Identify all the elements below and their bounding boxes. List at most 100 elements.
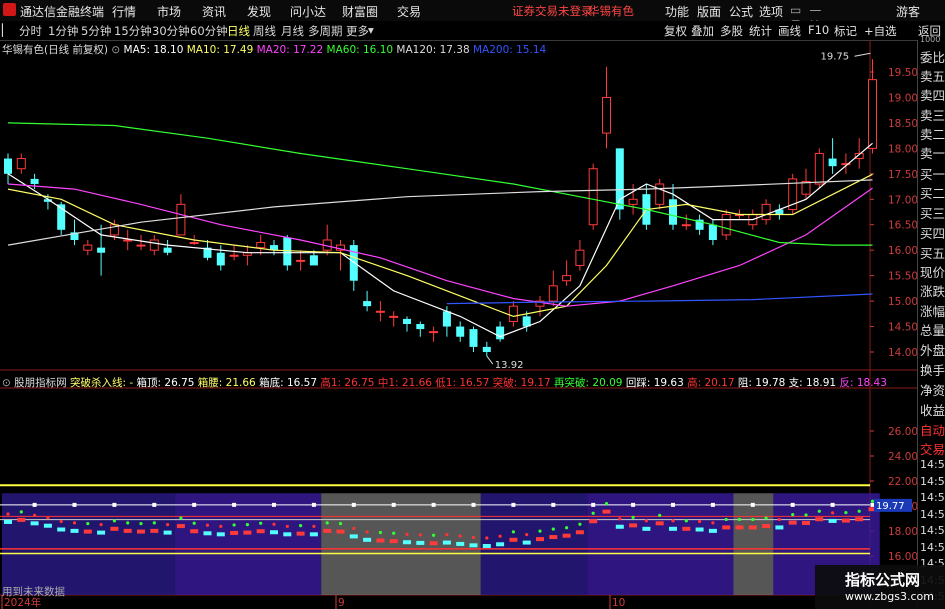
indicator-dot-41 (551, 527, 555, 531)
indicator-dot-50 (671, 519, 675, 523)
indicator-dot-25 (338, 521, 343, 526)
side-label-19[interactable]: 自动 (920, 420, 945, 439)
side-label-6[interactable]: 买一 (920, 164, 945, 183)
ma-line-ma200 (446, 293, 873, 305)
side-label-14[interactable]: 总量 (920, 320, 945, 339)
rebreak-dot-14 (192, 502, 197, 507)
menu-xuanxiang[interactable]: 选项 (759, 3, 783, 20)
indicator-bar-53 (708, 528, 717, 533)
btn-f10[interactable]: F10 (808, 23, 829, 37)
indicator-axis-label-1: 24.00 (888, 451, 917, 463)
menu-caifuquan[interactable]: 财富圈 (342, 3, 378, 20)
legend-zu: 阻: 19.78 (737, 377, 786, 389)
menu-zixun[interactable]: 资讯 (202, 3, 226, 20)
side-label-16[interactable]: 换手 (920, 360, 945, 379)
side-label-18[interactable]: 收益 (920, 400, 945, 419)
scale-label: 1000 (920, 35, 941, 44)
candle-body-6 (83, 244, 93, 251)
side-label-1[interactable]: 卖五 (920, 66, 945, 85)
tab-weekly[interactable]: 周线 (253, 23, 276, 39)
indicator-dot-38 (511, 530, 515, 534)
menu-gongshi[interactable]: 公式 (729, 3, 753, 20)
candle-body-38 (508, 305, 518, 322)
side-label-17[interactable]: 净资 (920, 380, 945, 399)
kline-chart[interactable]: 19.50 19.00 18.50 18.00 17.50 17.00 16.50 16.00… (0, 40, 917, 609)
btn-duogu[interactable]: 多股 (720, 23, 743, 39)
btn-huaxian[interactable]: 画线 (778, 23, 801, 39)
menu-wenxiaoda[interactable]: 问小达 (290, 3, 326, 20)
side-label-15[interactable]: 外盘 (920, 340, 945, 359)
indicator-toggle-icon[interactable]: ⊙ (2, 377, 11, 389)
btn-biaoji[interactable]: 标记 (834, 23, 857, 39)
tab-60min[interactable]: 60分钟 (190, 23, 228, 39)
login-status[interactable]: 证券交易未登录 (512, 3, 593, 19)
btn-tongji[interactable]: 统计 (749, 23, 772, 39)
indicator-bar-2 (30, 521, 39, 526)
tab-1min[interactable]: 1分钟 (48, 23, 78, 39)
side-label-13[interactable]: 涨幅 (920, 301, 945, 320)
menu-faxian[interactable]: 发现 (247, 3, 271, 20)
indicator-bar-8 (110, 526, 119, 531)
guest-label[interactable]: 游客 (896, 3, 920, 20)
menu-shichang[interactable]: 市场 (157, 3, 181, 20)
side-label-2[interactable]: 卖四 (920, 85, 945, 104)
side-label-5[interactable]: 卖一 (920, 143, 945, 162)
candle-body-53 (708, 224, 717, 240)
menu-banmian[interactable]: 版面 (697, 3, 721, 20)
chevron-down-icon[interactable]: ▾ (368, 23, 374, 37)
indicator-dot-19 (259, 521, 263, 525)
tab-30min[interactable]: 30分钟 (152, 23, 190, 39)
menu-jiaoyi[interactable]: 交易 (397, 3, 421, 20)
candle-body-11 (149, 239, 159, 251)
side-label-11[interactable]: 现价 (920, 262, 945, 281)
indicator-axis-label-4: 18.00 (888, 526, 917, 538)
indicator-dot-11 (152, 521, 156, 525)
indicator-dot-20 (272, 522, 276, 526)
indicator-bar-25 (336, 529, 345, 534)
tab-fenshi[interactable]: 分时 (19, 23, 42, 39)
side-label-0[interactable]: 委比 (920, 47, 945, 66)
tab-15min[interactable]: 15分钟 (114, 23, 152, 39)
tab-daily[interactable]: 日线 (227, 23, 250, 39)
indicator-bar-15 (203, 531, 212, 536)
indicator-dot-42 (565, 526, 569, 530)
tab-monthly[interactable]: 月线 (281, 23, 304, 39)
tab-more[interactable]: 更多 (346, 23, 369, 39)
candle-body-54 (721, 214, 731, 236)
tab-5min[interactable]: 5分钟 (81, 23, 111, 39)
rebreak-dot-59 (790, 502, 795, 507)
side-label-8[interactable]: 买三 (920, 203, 945, 222)
indicator-dot-18 (245, 522, 249, 527)
indicator-dot-59 (791, 513, 795, 517)
indicator-dot-44 (591, 511, 595, 515)
tab-multi-period[interactable]: 多周期 (308, 23, 343, 39)
indicator-bar-36 (482, 544, 491, 548)
candle-body-51 (681, 224, 691, 227)
legend-ma200: MA200: 15.14 (472, 44, 547, 56)
menu-hangqing[interactable]: 行情 (112, 3, 136, 20)
btn-add-watchlist[interactable]: +自选 (864, 23, 897, 39)
side-label-12[interactable]: 涨跌 (920, 281, 945, 300)
indicator-dot-55 (737, 517, 742, 522)
menu-gongneng[interactable]: 功能 (665, 3, 689, 20)
btn-fuquan[interactable]: 复权 (664, 23, 687, 39)
side-label-7[interactable]: 买二 (920, 183, 945, 202)
side-label-3[interactable]: 卖三 (920, 105, 945, 124)
legend-toggle-icon[interactable]: ⊙ (111, 44, 120, 56)
side-label-20[interactable]: 交易 (920, 439, 945, 458)
side-label-10[interactable]: 买五 (920, 243, 945, 262)
ma-line-ma5 (7, 142, 873, 338)
toolbar-left-icon[interactable]: ▏ (2, 23, 16, 37)
candle-body-13 (176, 203, 186, 236)
side-label-9[interactable]: 买四 (920, 223, 945, 242)
indicator-bar-35 (469, 543, 478, 548)
indicator-bar-52 (695, 527, 704, 532)
candle-body-42 (562, 275, 572, 282)
candle-body-30 (403, 318, 411, 324)
btn-diejia[interactable]: 叠加 (691, 23, 714, 39)
side-label-4[interactable]: 卖二 (920, 124, 945, 143)
indicator-dot-8 (112, 519, 116, 523)
indicator-bar-50 (669, 526, 677, 531)
rebreak-dot-8 (112, 502, 117, 507)
side-time-1: 14:56 (920, 474, 945, 488)
